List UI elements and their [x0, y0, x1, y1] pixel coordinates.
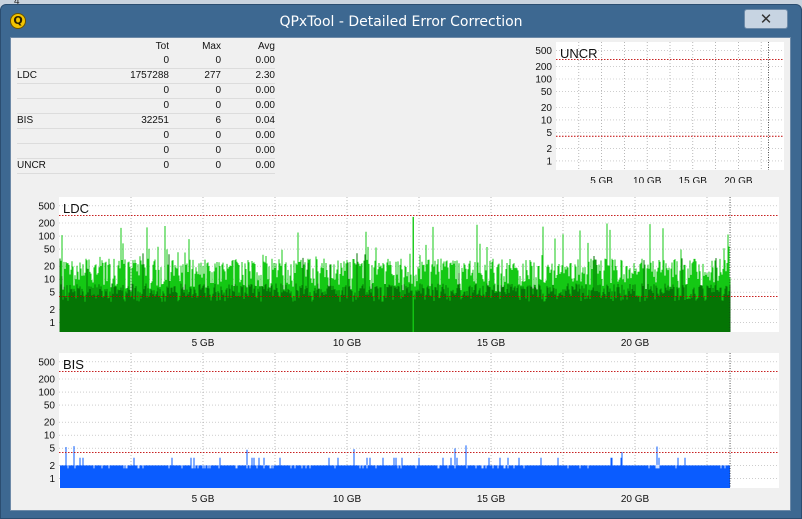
header-label — [17, 40, 79, 54]
y-tick-label: 20 — [44, 262, 56, 273]
table-row: LDC 1757288 277 2.30 — [17, 68, 275, 84]
row-avg: 0.00 — [221, 143, 275, 159]
y-tick-label: 1 — [49, 474, 55, 485]
x-tick-label: 20 GB — [621, 338, 650, 348]
table-row: 0 0 0.00 — [17, 128, 275, 144]
table-row: UNCR 0 0 0.00 — [17, 158, 275, 174]
y-tick-label: 5 — [49, 444, 55, 455]
row-max: 0 — [169, 158, 221, 174]
ldc-chart: 5002001005020105215 GB 10 GB 15 GB 20 GBLDC — [38, 197, 779, 348]
y-tick-label: 10 — [44, 275, 56, 286]
row-avg: 0.00 — [221, 98, 275, 114]
row-tot: 0 — [79, 98, 169, 114]
x-tick-label: 20 GB — [724, 176, 753, 183]
row-tot: 0 — [79, 128, 169, 144]
x-tick-label: 5 GB — [590, 176, 613, 183]
y-tick-label: 50 — [541, 87, 553, 98]
table-row: 0 0 0.00 — [17, 98, 275, 114]
row-label: BIS — [17, 113, 79, 129]
table-row: 0 0 0.00 — [17, 83, 275, 99]
y-tick-label: 500 — [535, 46, 552, 57]
row-label — [17, 98, 79, 114]
row-avg: 0.00 — [221, 83, 275, 99]
row-label — [17, 128, 79, 144]
row-tot: 32251 — [79, 113, 169, 129]
chart-label: BIS — [63, 357, 84, 372]
y-tick-label: 5 — [546, 128, 552, 139]
row-max: 0 — [169, 83, 221, 99]
row-max: 0 — [169, 98, 221, 114]
row-avg: 2.30 — [221, 68, 275, 84]
y-tick-label: 20 — [541, 103, 553, 114]
row-label — [17, 143, 79, 159]
row-tot: 0 — [79, 54, 169, 69]
client-area: Tot Max Avg 0 0 0.00 LDC 1757288 277 2.30 000… — [10, 37, 791, 511]
row-tot: 0 — [79, 83, 169, 99]
bis-chart: 5002001005020105215 GB 10 GB 15 GB 20 GBBIS — [38, 353, 779, 505]
bis-bar-band — [60, 465, 731, 488]
y-tick-label: 10 — [541, 115, 553, 126]
y-tick-label: 100 — [38, 232, 55, 243]
stats-table: Tot Max Avg 0 0 0.00 LDC 1757288 277 2.30 000… — [17, 40, 275, 174]
table-row: 0 0 0.00 — [17, 54, 275, 69]
error-correction-window: Q QPxTool - Detailed Error Correction ✕ … — [0, 4, 802, 519]
title-bar[interactable]: Q QPxTool - Detailed Error Correction ✕ — [1, 5, 801, 35]
row-avg: 0.00 — [221, 158, 275, 174]
header-avg: Avg — [257, 41, 275, 52]
row-tot: 0 — [79, 158, 169, 174]
header-max: Max — [202, 41, 221, 52]
x-tick-label: 15 GB — [679, 176, 708, 183]
chart-label: UNCR — [560, 46, 598, 61]
y-tick-label: 2 — [49, 461, 55, 472]
close-icon: ✕ — [759, 10, 773, 28]
x-tick-label: 20 GB — [621, 494, 650, 505]
close-button[interactable]: ✕ — [744, 9, 788, 29]
row-max: 0 — [169, 54, 221, 69]
y-tick-label: 5 — [49, 288, 55, 299]
row-avg: 0.00 — [221, 54, 275, 69]
row-max: 0 — [169, 143, 221, 159]
row-label — [17, 54, 79, 69]
row-label — [17, 83, 79, 99]
uncr-chart: 5002001005020105215 GB 10 GB 15 GB 20 GBUNC… — [535, 42, 784, 183]
x-tick-label: 10 GB — [333, 494, 362, 505]
window-title: QPxTool - Detailed Error Correction — [279, 14, 523, 30]
y-tick-label: 2 — [49, 305, 55, 316]
x-tick-label: 10 GB — [333, 338, 362, 348]
y-tick-label: 200 — [38, 219, 55, 230]
table-row: BIS 32251 6 0.04 — [17, 113, 275, 129]
row-max: 277 — [169, 68, 221, 84]
y-tick-label: 50 — [44, 245, 56, 256]
y-tick-label: 1 — [546, 156, 552, 167]
y-tick-label: 100 — [535, 74, 552, 85]
y-tick-label: 50 — [44, 401, 56, 412]
chart-label: LDC — [63, 201, 89, 216]
y-tick-label: 200 — [38, 375, 55, 386]
stats-header-row: Tot Max Avg — [17, 40, 275, 54]
row-avg: 0.00 — [221, 128, 275, 144]
y-tick-label: 500 — [38, 201, 55, 212]
header-tot: Tot — [155, 41, 169, 52]
row-avg: 0.04 — [221, 113, 275, 129]
table-row: 0 0 0.00 — [17, 143, 275, 159]
row-max: 6 — [169, 113, 221, 129]
row-max: 0 — [169, 128, 221, 144]
y-tick-label: 10 — [44, 431, 56, 442]
y-tick-label: 200 — [535, 62, 552, 73]
y-tick-label: 1 — [49, 318, 55, 329]
x-tick-label: 10 GB — [633, 176, 662, 183]
x-tick-label: 15 GB — [477, 338, 506, 348]
row-label: LDC — [17, 68, 79, 84]
row-label: UNCR — [17, 158, 79, 174]
y-tick-label: 100 — [38, 388, 55, 399]
row-tot: 1757288 — [79, 68, 169, 84]
y-tick-label: 20 — [44, 418, 56, 429]
y-tick-label: 500 — [38, 357, 55, 368]
y-tick-label: 2 — [546, 144, 552, 155]
row-tot: 0 — [79, 143, 169, 159]
x-tick-label: 5 GB — [192, 494, 215, 505]
x-tick-label: 15 GB — [477, 494, 506, 505]
x-tick-label: 5 GB — [192, 338, 215, 348]
